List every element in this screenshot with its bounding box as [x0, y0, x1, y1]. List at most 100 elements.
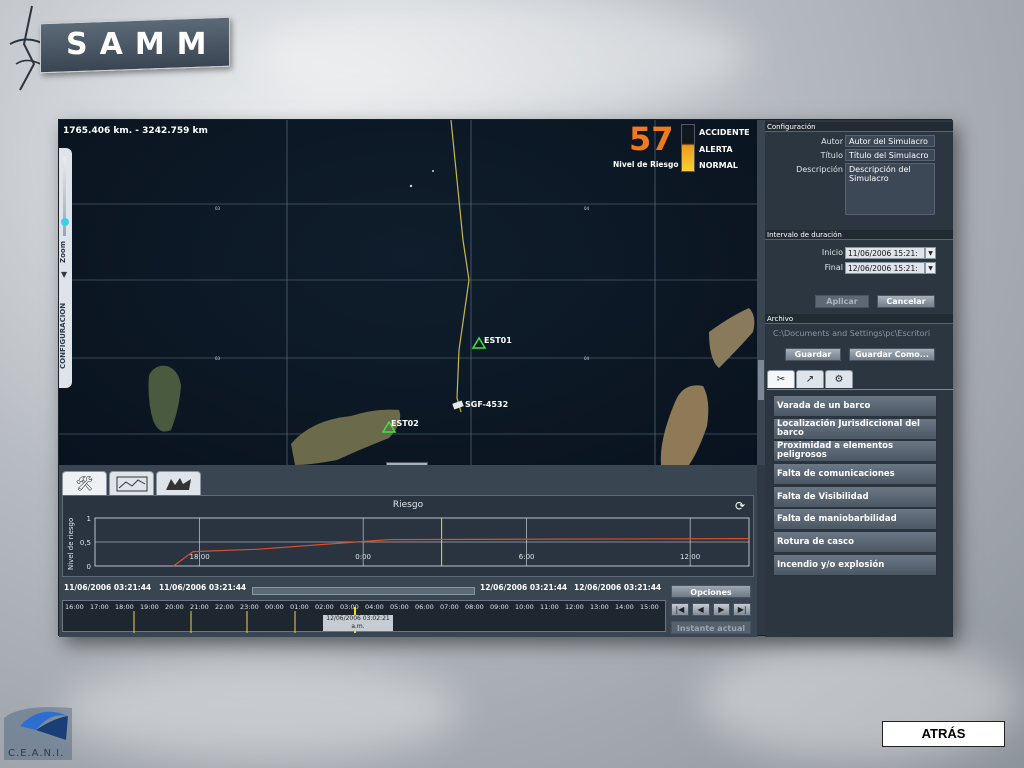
island-tenerife [291, 409, 401, 465]
zoom-side-tab[interactable]: Zoom ▼ CONFIGURACION [59, 148, 72, 388]
end-label: Final [824, 263, 843, 272]
start-date-field[interactable]: 11/06/2006 15:21: [845, 247, 925, 259]
start-dropdown-icon[interactable]: ▼ [925, 247, 936, 259]
title-label: Título [820, 151, 843, 160]
configuration-tab-label[interactable]: CONFIGURACION [59, 288, 72, 384]
triangle-icon: ▼ [61, 270, 68, 279]
timeline-hours-bar[interactable]: 16:00 17:00 18:00 19:00 20:00 21:00 22:00 23:00… [62, 600, 666, 633]
app-window: 03 03 04 04 1765.406 km. - 3242.759 km 5… [58, 119, 953, 637]
title-field[interactable]: Título del Simulacro [845, 149, 935, 161]
step-back-icon[interactable]: ◀ [691, 603, 710, 616]
chart-ytick-label: 0,5 [80, 539, 91, 547]
timeline-range-slider[interactable] [252, 587, 475, 595]
save-button[interactable]: Guardar [785, 348, 841, 361]
risk-level-bar [681, 124, 695, 172]
logo-title: SAMM [66, 27, 219, 62]
tab-incident-tools[interactable]: ✂ [767, 370, 795, 388]
file-path-field[interactable]: C:\Documents and Settings\pc\Escritori [773, 329, 951, 338]
chart-xtick-label: 18:00 [190, 553, 210, 561]
tab-incident-settings[interactable]: ⚙ [825, 370, 853, 388]
section-file-header: Archivo [765, 314, 953, 324]
current-instant-button[interactable]: Instante actual [671, 621, 751, 634]
risk-value: 57 [629, 120, 674, 158]
timeline-end-date: 12/06/2006 03:21:44 [480, 583, 568, 592]
map-islet [409, 184, 413, 188]
map-scrollbar-thumb[interactable] [758, 360, 764, 400]
timeline-cursor-tooltip: 12/06/2006 03:02:21 a.m. [323, 615, 393, 631]
map-coordinates: 1765.406 km. - 3242.759 km [63, 126, 208, 136]
chart-ytick-label: 1 [87, 515, 91, 523]
timeline-controls: Opciones |◀ ◀ ▶ ▶| Instante actual [671, 585, 751, 634]
incident-item[interactable]: Falta de comunicaciones [773, 463, 937, 485]
section-config-header: Configuración [765, 122, 953, 132]
tooltip-date: 12/06/2006 03:02:21 [326, 615, 390, 622]
explosion-icon [165, 477, 191, 490]
island-la-palma [148, 365, 181, 432]
cancel-button[interactable]: Cancelar [877, 295, 935, 308]
risk-level-normal: NORMAL [699, 161, 738, 170]
chart-xtick-label: 0:00 [355, 553, 371, 561]
incident-tabs: ✂ ↗ ⚙ [767, 370, 953, 390]
chart-series-line [173, 538, 750, 567]
chart-xtick-label: 12:00 [680, 553, 700, 561]
grid-label: 03 [215, 206, 221, 211]
description-label: Descripción [796, 165, 843, 174]
vessel-icon[interactable] [452, 400, 464, 410]
apply-button[interactable]: Aplicar [815, 295, 869, 308]
chart-ytick-label: 0 [87, 563, 91, 571]
incident-item[interactable]: Localización Jurisdiccional del barco [773, 418, 937, 440]
skip-start-icon[interactable]: |◀ [671, 603, 689, 616]
bottom-panel: 🛠 Riesgo ⟳ Nivel de riesgo 1 0,5 0 18:00 0:0… [59, 465, 757, 637]
grid-label: 04 [584, 356, 590, 361]
map-islet [432, 170, 434, 172]
incident-item[interactable]: Incendio y/o explosión [773, 554, 937, 576]
incident-item[interactable]: Falta de maniobarbilidad [773, 508, 937, 530]
timeline-start-date: 11/06/2006 03:21:44 [64, 583, 152, 592]
risk-chart-panel: Riesgo ⟳ Nivel de riesgo 1 0,5 0 18:00 0:00 6… [62, 495, 754, 577]
incident-item[interactable]: Varada de un barco [773, 395, 937, 417]
back-button[interactable]: ATRÁS [882, 721, 1005, 747]
tab-chart[interactable] [109, 471, 154, 495]
save-as-button[interactable]: Guardar Como... [849, 348, 935, 361]
tools-icon: 🛠 [75, 475, 94, 492]
marker-label-vessel: SGF-4532 [465, 400, 509, 409]
author-label: Autor [821, 137, 843, 146]
map-scrollbar[interactable] [757, 120, 765, 465]
risk-level-alert: ALERTA [699, 144, 733, 154]
playback-controls: |◀ ◀ ▶ ▶| [671, 603, 751, 616]
skip-end-icon[interactable]: ▶| [733, 603, 751, 616]
map-view[interactable]: 03 03 04 04 1765.406 km. - 3242.759 km 5… [59, 120, 757, 465]
right-panel: Configuración Autor Autor del Simulacro … [765, 120, 953, 637]
tools-icon: ✂ [776, 374, 786, 385]
cloud-decoration [250, 0, 750, 110]
island-fuerteventura [660, 385, 709, 465]
author-field[interactable]: Autor del Simulacro [845, 135, 935, 147]
chart-xtick-label: 6:00 [519, 553, 535, 561]
map-canvas: 03 03 04 04 [59, 120, 757, 465]
grid-label: 04 [584, 206, 590, 211]
zoom-label: Zoom [59, 241, 67, 263]
gear-icon: ⚙ [834, 374, 844, 385]
timeline-start-date-2: 11/06/2006 03:21:44 [159, 583, 247, 592]
marker-label-est01: EST01 [484, 336, 512, 345]
options-button[interactable]: Opciones [671, 585, 751, 598]
tab-alerts[interactable] [156, 471, 201, 495]
end-dropdown-icon[interactable]: ▼ [925, 262, 936, 274]
grid-label: 03 [215, 356, 221, 361]
island-lanzarote [709, 308, 755, 368]
incident-item[interactable]: Proximidad a elementos peligrosos [773, 440, 937, 462]
timeline-dates: 11/06/2006 03:21:44 11/06/2006 03:21:44 … [62, 583, 666, 597]
start-label: Inicio [821, 248, 843, 257]
samm-logo: SAMM [0, 0, 240, 95]
incident-item[interactable]: Rotura de casco [773, 531, 937, 553]
marker-label-est02: EST02 [391, 419, 419, 428]
vessel-track [450, 120, 470, 413]
end-date-field[interactable]: 12/06/2006 15:21: [845, 262, 925, 274]
trend-icon: ↗ [805, 374, 815, 385]
description-field[interactable]: Descripción del Simulacro [845, 163, 935, 215]
tab-incident-chart[interactable]: ↗ [796, 370, 824, 388]
incident-item[interactable]: Falta de Visibilidad [773, 486, 937, 508]
tab-tools[interactable]: 🛠 [62, 471, 107, 495]
play-icon[interactable]: ▶ [712, 603, 731, 616]
zoom-slider-knob[interactable] [61, 218, 69, 226]
